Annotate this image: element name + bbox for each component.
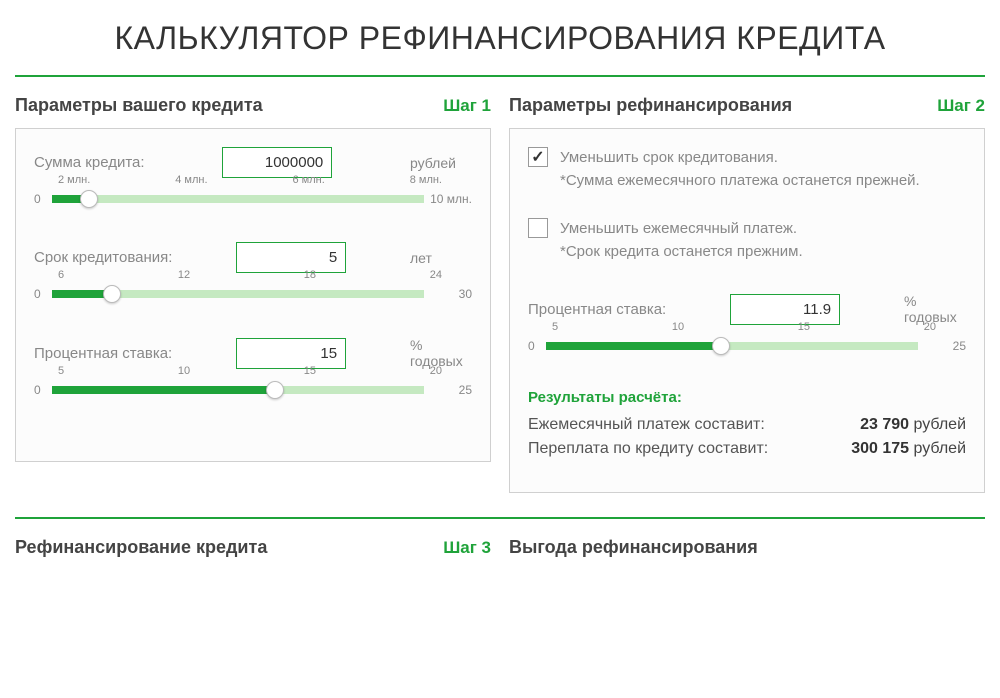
refi-rate-label: Процентная ставка: xyxy=(528,301,666,318)
tick: 5 xyxy=(552,321,558,333)
monthly-value: 23 790 рублей xyxy=(860,416,966,434)
panel-title-right: Параметры рефинансирования xyxy=(509,95,792,116)
bottom-left-column: Рефинансирование кредита Шаг 3 xyxy=(15,537,491,570)
tick: 4 млн. xyxy=(175,174,207,186)
left-column: Параметры вашего кредита Шаг 1 Сумма кре… xyxy=(15,95,491,493)
rate-min: 0 xyxy=(34,383,46,397)
overpay-label: Переплата по кредиту составит: xyxy=(528,440,768,458)
reduce-payment-text: Уменьшить ежемесячный платеж. *Срок кред… xyxy=(560,218,803,263)
monthly-label: Ежемесячный платеж составит: xyxy=(528,416,765,434)
reduce-term-note: *Сумма ежемесячного платежа останется пр… xyxy=(560,172,920,189)
tick: 12 xyxy=(178,269,190,281)
refi-rate-input[interactable] xyxy=(730,294,840,325)
tick: 8 млн. xyxy=(410,174,442,186)
rate-slider-thumb[interactable] xyxy=(266,381,284,399)
panel-header-left: Параметры вашего кредита Шаг 1 xyxy=(15,95,491,116)
tick: 6 млн. xyxy=(292,174,324,186)
term-slider-wrap: 6 12 18 24 0 30 xyxy=(34,287,472,301)
amount-slider-wrap: 2 млн. 4 млн. 6 млн. 8 млн. 0 10 млн. xyxy=(34,192,472,206)
overpay-value: 300 175 рублей xyxy=(851,440,966,458)
bottom-right-column: Выгода рефинансирования xyxy=(509,537,985,570)
reduce-payment-note: *Срок кредита останется прежним. xyxy=(560,243,803,260)
term-min: 0 xyxy=(34,287,46,301)
step-1-label: Шаг 1 xyxy=(443,96,491,116)
tick: 20 xyxy=(924,321,936,333)
divider-bottom xyxy=(15,517,985,519)
tick: 10 xyxy=(672,321,684,333)
panel-header-bottom-left: Рефинансирование кредита Шаг 3 xyxy=(15,537,491,558)
reduce-term-text: Уменьшить срок кредитования. *Сумма ежем… xyxy=(560,147,920,192)
panel-title-bottom-left: Рефинансирование кредита xyxy=(15,537,267,558)
tick: 2 млн. xyxy=(58,174,90,186)
term-ticks: 6 12 18 24 xyxy=(58,269,442,281)
refi-rate-slider-wrap: 5 10 15 20 0 25 xyxy=(528,339,966,353)
tick: 15 xyxy=(304,365,316,377)
right-column: Параметры рефинансирования Шаг 2 Уменьши… xyxy=(509,95,985,493)
term-label: Срок кредитования: xyxy=(34,249,172,266)
amount-max: 10 млн. xyxy=(430,192,472,206)
refi-rate-slider-thumb[interactable] xyxy=(712,337,730,355)
tick: 5 xyxy=(58,365,64,377)
overpay-row: Переплата по кредиту составит: 300 175 р… xyxy=(528,440,966,458)
panel-title-bottom-right: Выгода рефинансирования xyxy=(509,537,758,558)
rate-slider-wrap: 5 10 15 20 0 25 xyxy=(34,383,472,397)
rate-label: Процентная ставка: xyxy=(34,345,172,362)
reduce-payment-row: Уменьшить ежемесячный платеж. *Срок кред… xyxy=(528,218,966,263)
tick: 10 xyxy=(178,365,190,377)
term-slider[interactable] xyxy=(52,290,424,298)
tick: 20 xyxy=(430,365,442,377)
results-block: Результаты расчёта: Ежемесячный платеж с… xyxy=(528,389,966,458)
rate-input[interactable] xyxy=(236,338,346,369)
rate-slider-fill xyxy=(52,386,275,394)
refi-rate-max: 25 xyxy=(924,339,966,353)
refi-rate-min: 0 xyxy=(528,339,540,353)
reduce-term-checkbox[interactable] xyxy=(528,147,548,167)
tick: 6 xyxy=(58,269,64,281)
rate-max: 25 xyxy=(430,383,472,397)
reduce-payment-checkbox[interactable] xyxy=(528,218,548,238)
page-title: КАЛЬКУЛЯТОР РЕФИНАНСИРОВАНИЯ КРЕДИТА xyxy=(15,20,985,57)
rate-ticks: 5 10 15 20 xyxy=(58,365,442,377)
amount-ticks: 2 млн. 4 млн. 6 млн. 8 млн. xyxy=(58,174,442,186)
monthly-row: Ежемесячный платеж составит: 23 790 рубл… xyxy=(528,416,966,434)
amount-slider[interactable] xyxy=(52,195,424,203)
reduce-term-row: Уменьшить срок кредитования. *Сумма ежем… xyxy=(528,147,966,192)
tick: 15 xyxy=(798,321,810,333)
term-max: 30 xyxy=(430,287,472,301)
reduce-term-label: Уменьшить срок кредитования. xyxy=(560,149,778,166)
tick: 18 xyxy=(304,269,316,281)
refi-rate-slider[interactable] xyxy=(546,342,918,350)
tick: 24 xyxy=(430,269,442,281)
amount-unit: рублей xyxy=(410,155,472,171)
reduce-payment-label: Уменьшить ежемесячный платеж. xyxy=(560,220,797,237)
panel-left: Сумма кредита: рублей 2 млн. 4 млн. 6 мл… xyxy=(15,128,491,462)
term-slider-thumb[interactable] xyxy=(103,285,121,303)
amount-min: 0 xyxy=(34,192,46,206)
panel-right: Уменьшить срок кредитования. *Сумма ежем… xyxy=(509,128,985,493)
refi-rate-ticks: 5 10 15 20 xyxy=(552,321,936,333)
step-3-label: Шаг 3 xyxy=(443,538,491,558)
panel-header-bottom-right: Выгода рефинансирования xyxy=(509,537,985,558)
panel-header-right: Параметры рефинансирования Шаг 2 xyxy=(509,95,985,116)
term-unit: лет xyxy=(410,250,472,266)
panel-title-left: Параметры вашего кредита xyxy=(15,95,263,116)
refi-rate-slider-fill xyxy=(546,342,721,350)
divider xyxy=(15,75,985,77)
amount-slider-thumb[interactable] xyxy=(80,190,98,208)
results-title: Результаты расчёта: xyxy=(528,389,966,406)
rate-slider[interactable] xyxy=(52,386,424,394)
step-2-label: Шаг 2 xyxy=(937,96,985,116)
amount-label: Сумма кредита: xyxy=(34,154,145,171)
